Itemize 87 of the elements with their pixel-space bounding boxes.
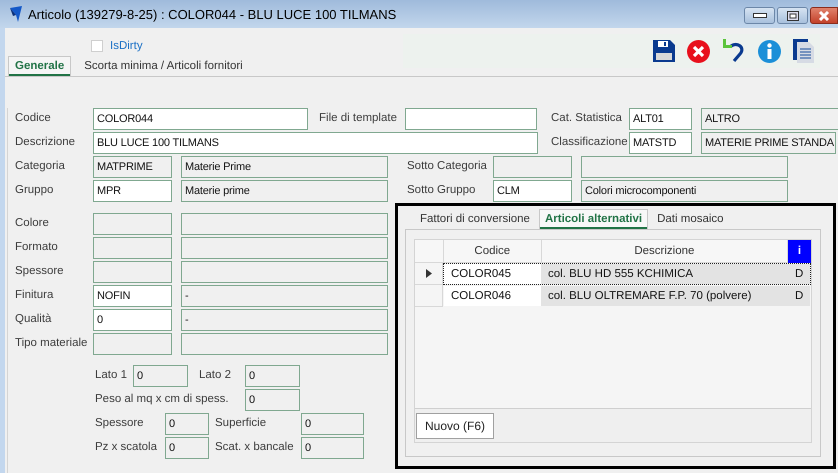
text-field[interactable]	[181, 333, 388, 355]
field-label: Codice	[15, 111, 52, 126]
column-header[interactable]: i	[788, 240, 811, 263]
table-cell: col. BLU OLTREMARE F.P. 70 (polvere)	[541, 286, 788, 306]
tab[interactable]: Articoli alternativi	[538, 209, 648, 229]
tab[interactable]: Scorta minima / Articoli fornitori	[77, 56, 250, 76]
tab[interactable]: Generale	[8, 56, 72, 76]
field-label: Superficie	[215, 416, 268, 431]
new-button[interactable]: Nuovo (F6)	[416, 412, 494, 438]
field-label: Spessore	[15, 264, 65, 279]
minimize-button[interactable]	[744, 7, 775, 24]
text-field[interactable]: 0	[301, 437, 364, 459]
field-label: Qualità	[15, 312, 52, 327]
close-icon	[818, 10, 830, 20]
field-label: Gruppo	[15, 183, 54, 198]
text-field[interactable]: CLM	[493, 180, 572, 202]
text-field[interactable]: 0	[245, 389, 300, 411]
text-field[interactable]	[581, 156, 788, 178]
text-field[interactable]: Materie Prime	[181, 156, 388, 178]
text-field[interactable]	[93, 237, 172, 259]
tab[interactable]: Dati mosaico	[651, 209, 730, 229]
field-label: Sotto Gruppo	[407, 183, 476, 198]
field-label: Pz x scatola	[95, 440, 158, 455]
text-field[interactable]: -	[181, 285, 388, 307]
text-field[interactable]	[93, 333, 172, 355]
close-button[interactable]	[810, 7, 838, 24]
maximize-button[interactable]	[777, 7, 808, 24]
table-cell: COLOR046	[444, 286, 541, 306]
text-field[interactable]: NOFIN	[93, 285, 172, 307]
field-label: Tipo materiale	[15, 336, 88, 351]
field-label: Classificazione	[551, 135, 629, 150]
checkbox-label: IsDirty	[110, 40, 143, 52]
field-label: Descrizione	[15, 135, 76, 150]
text-field[interactable]	[181, 261, 388, 283]
text-field[interactable]: ALT01	[629, 108, 692, 130]
field-label: Peso al mq x cm di spess.	[95, 392, 230, 407]
text-field[interactable]	[93, 261, 172, 283]
document-icon[interactable]	[793, 39, 815, 63]
undo-icon[interactable]	[722, 39, 746, 63]
text-field[interactable]: MATPRIME	[93, 156, 172, 178]
text-field[interactable]	[93, 213, 172, 235]
save-icon[interactable]	[653, 40, 675, 62]
field-label: Lato 2	[199, 368, 232, 383]
field-label: Sotto Categoria	[407, 159, 488, 174]
row-indicator[interactable]	[415, 263, 443, 285]
field-label: Categoria	[15, 159, 66, 174]
text-field[interactable]	[493, 156, 572, 178]
text-field[interactable]: MATSTD	[629, 132, 692, 154]
text-field[interactable]	[181, 237, 388, 259]
info-icon[interactable]	[758, 40, 781, 62]
field-label: Cat. Statistica	[551, 111, 623, 126]
table-cell: COLOR045	[444, 264, 541, 284]
cancel-icon[interactable]	[687, 40, 710, 62]
text-field[interactable]: 0	[301, 413, 364, 435]
minimize-icon	[752, 12, 766, 18]
text-field[interactable]	[181, 213, 388, 235]
maximize-icon	[786, 10, 798, 20]
text-field[interactable]: 0	[133, 365, 188, 387]
text-field[interactable]: COLOR044	[93, 108, 308, 130]
field-label: Finitura	[15, 288, 54, 303]
field-label: File di template	[319, 111, 398, 126]
window-title: Articolo (139279-8-25) : COLOR044 - BLU LUCE 100 TILMANS	[28, 6, 396, 22]
column-header[interactable]: Codice	[444, 240, 542, 263]
field-label: Colore	[15, 216, 50, 231]
table-cell: col. BLU HD 555 KCHIMICA	[541, 264, 788, 284]
text-field[interactable]: ALTRO	[701, 108, 838, 130]
text-field[interactable]: BLU LUCE 100 TILMANS	[93, 132, 538, 154]
checkbox[interactable]	[91, 40, 103, 52]
text-field[interactable]: Materie prime	[181, 180, 388, 202]
field-label: Spessore	[95, 416, 145, 431]
text-field[interactable]: MATERIE PRIME STANDA	[701, 132, 836, 154]
text-field[interactable]: 0	[245, 365, 300, 387]
text-field[interactable]: -	[181, 309, 388, 331]
text-field[interactable]: MPR	[93, 180, 172, 202]
field-label: Scat. x bancale	[215, 440, 295, 455]
table-cell: D	[788, 286, 810, 306]
text-field[interactable]: Colori microcomponenti	[581, 180, 788, 202]
app-icon	[9, 6, 23, 22]
table-cell: D	[788, 264, 810, 284]
tab[interactable]: Fattori di conversione	[414, 209, 536, 229]
text-field[interactable]: 0	[165, 413, 209, 435]
field-label: Formato	[15, 240, 59, 255]
text-field[interactable]: 0	[93, 309, 172, 331]
text-field[interactable]	[405, 108, 537, 130]
field-label: Lato 1	[95, 368, 128, 383]
column-header[interactable]: Descrizione	[542, 240, 788, 263]
text-field[interactable]: 0	[165, 437, 209, 459]
